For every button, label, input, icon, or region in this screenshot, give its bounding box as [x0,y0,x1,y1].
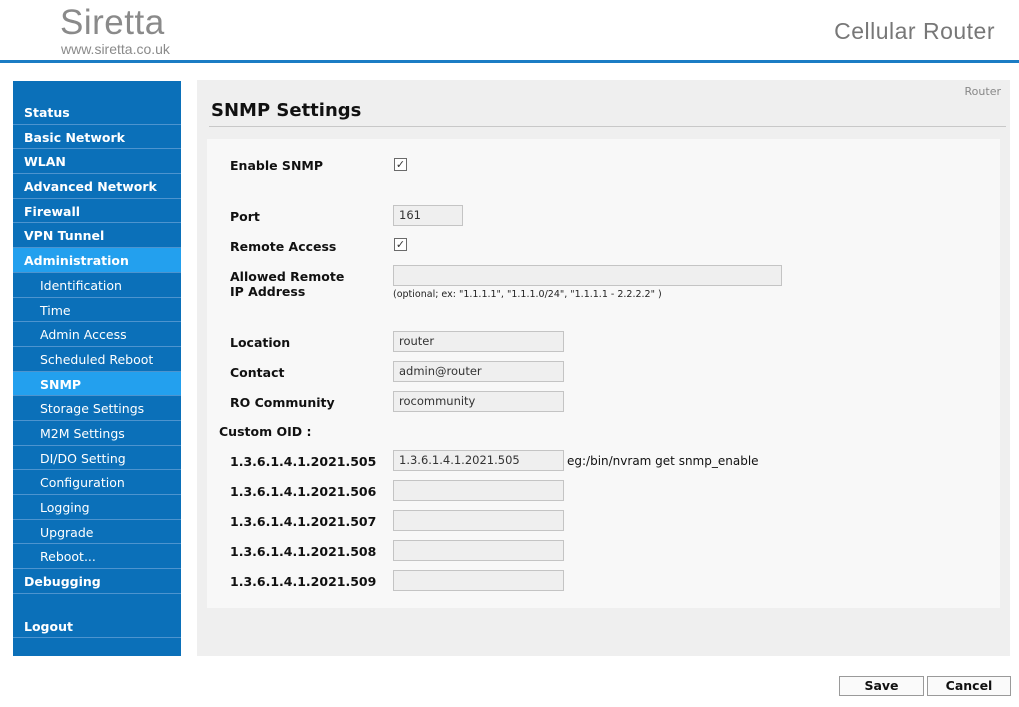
oid-label: 1.3.6.1.4.1.2021.509 [230,574,377,589]
location-input[interactable]: router [393,331,564,352]
product-title: Cellular Router [834,18,995,44]
location-label: Location [230,335,291,350]
oid-label: 1.3.6.1.4.1.2021.507 [230,514,377,529]
ro-community-input[interactable]: rocommunity [393,391,564,412]
oid-label: 1.3.6.1.4.1.2021.505 [230,454,377,469]
oid-example-text: eg:/bin/nvram get snmp_enable [567,454,759,468]
sidebar-item-scheduled-reboot[interactable]: Scheduled Reboot [13,347,181,372]
oid-label: 1.3.6.1.4.1.2021.508 [230,544,377,559]
allowed-remote-hint: (optional; ex: "1.1.1.1", "1.1.1.0/24", … [393,289,662,300]
brand-name: Siretta [60,3,165,42]
sidebar: Status Basic Network WLAN Advanced Network F… [13,81,181,656]
sidebar-item-logout[interactable]: Logout [13,614,181,639]
sidebar-item-basic-network[interactable]: Basic Network [13,125,181,150]
header: Siretta www.siretta.co.uk Cellular Route… [0,0,1019,63]
sidebar-item-storage-settings[interactable]: Storage Settings [13,396,181,421]
oid-label: 1.3.6.1.4.1.2021.506 [230,484,377,499]
remote-access-checkbox[interactable]: ✓ [394,238,407,251]
port-input[interactable]: 161 [393,205,463,226]
sidebar-item-configuration[interactable]: Configuration [13,470,181,495]
main-content: Router SNMP Settings Enable SNMP ✓ Port … [197,80,1010,656]
port-label: Port [230,209,260,224]
siretta-logo: Siretta www.siretta.co.uk [60,3,170,57]
sidebar-item-time[interactable]: Time [13,298,181,323]
sidebar-item-firewall[interactable]: Firewall [13,199,181,224]
allowed-remote-ip-input[interactable] [393,265,782,286]
title-divider [209,126,1006,127]
sidebar-spacer [13,594,181,614]
oid-value-input[interactable]: 1.3.6.1.4.1.2021.505 [393,450,564,471]
page-title: SNMP Settings [211,100,362,121]
sidebar-item-wlan[interactable]: WLAN [13,149,181,175]
allowed-remote-label-line2: IP Address [230,284,306,299]
contact-label: Contact [230,365,285,380]
snmp-form-panel: Enable SNMP ✓ Port 161 Remote Access ✓ A… [207,139,1000,608]
custom-oid-heading: Custom OID : [219,424,312,439]
oid-value-input[interactable] [393,480,564,501]
enable-snmp-checkbox[interactable]: ✓ [394,158,407,171]
sidebar-item-debugging[interactable]: Debugging [13,569,181,594]
cancel-button[interactable]: Cancel [927,676,1011,696]
brand-url: www.siretta.co.uk [61,41,170,57]
sidebar-item-snmp[interactable]: SNMP [13,371,181,397]
remote-access-label: Remote Access [230,239,337,254]
sidebar-item-vpn-tunnel[interactable]: VPN Tunnel [13,223,181,249]
sidebar-item-upgrade[interactable]: Upgrade [13,520,181,545]
breadcrumb: Router [964,85,1001,98]
sidebar-item-administration[interactable]: Administration [13,248,181,273]
sidebar-item-status[interactable]: Status [13,100,181,125]
sidebar-item-logging[interactable]: Logging [13,495,181,520]
oid-value-input[interactable] [393,540,564,561]
sidebar-item-advanced-network[interactable]: Advanced Network [13,174,181,199]
sidebar-item-reboot[interactable]: Reboot... [13,544,181,570]
allowed-remote-label-line1: Allowed Remote [230,269,345,284]
ro-community-label: RO Community [230,395,335,410]
oid-value-input[interactable] [393,570,564,591]
sidebar-item-admin-access[interactable]: Admin Access [13,322,181,347]
sidebar-nav: Status Basic Network WLAN Advanced Network F… [13,100,181,639]
sidebar-item-m2m-settings[interactable]: M2M Settings [13,421,181,446]
contact-input[interactable]: admin@router [393,361,564,382]
enable-snmp-label: Enable SNMP [230,158,323,173]
save-button[interactable]: Save [839,676,924,696]
sidebar-item-identification[interactable]: Identification [13,273,181,298]
header-divider [0,60,1019,63]
sidebar-item-di-do-setting[interactable]: DI/DO Setting [13,446,181,471]
oid-value-input[interactable] [393,510,564,531]
